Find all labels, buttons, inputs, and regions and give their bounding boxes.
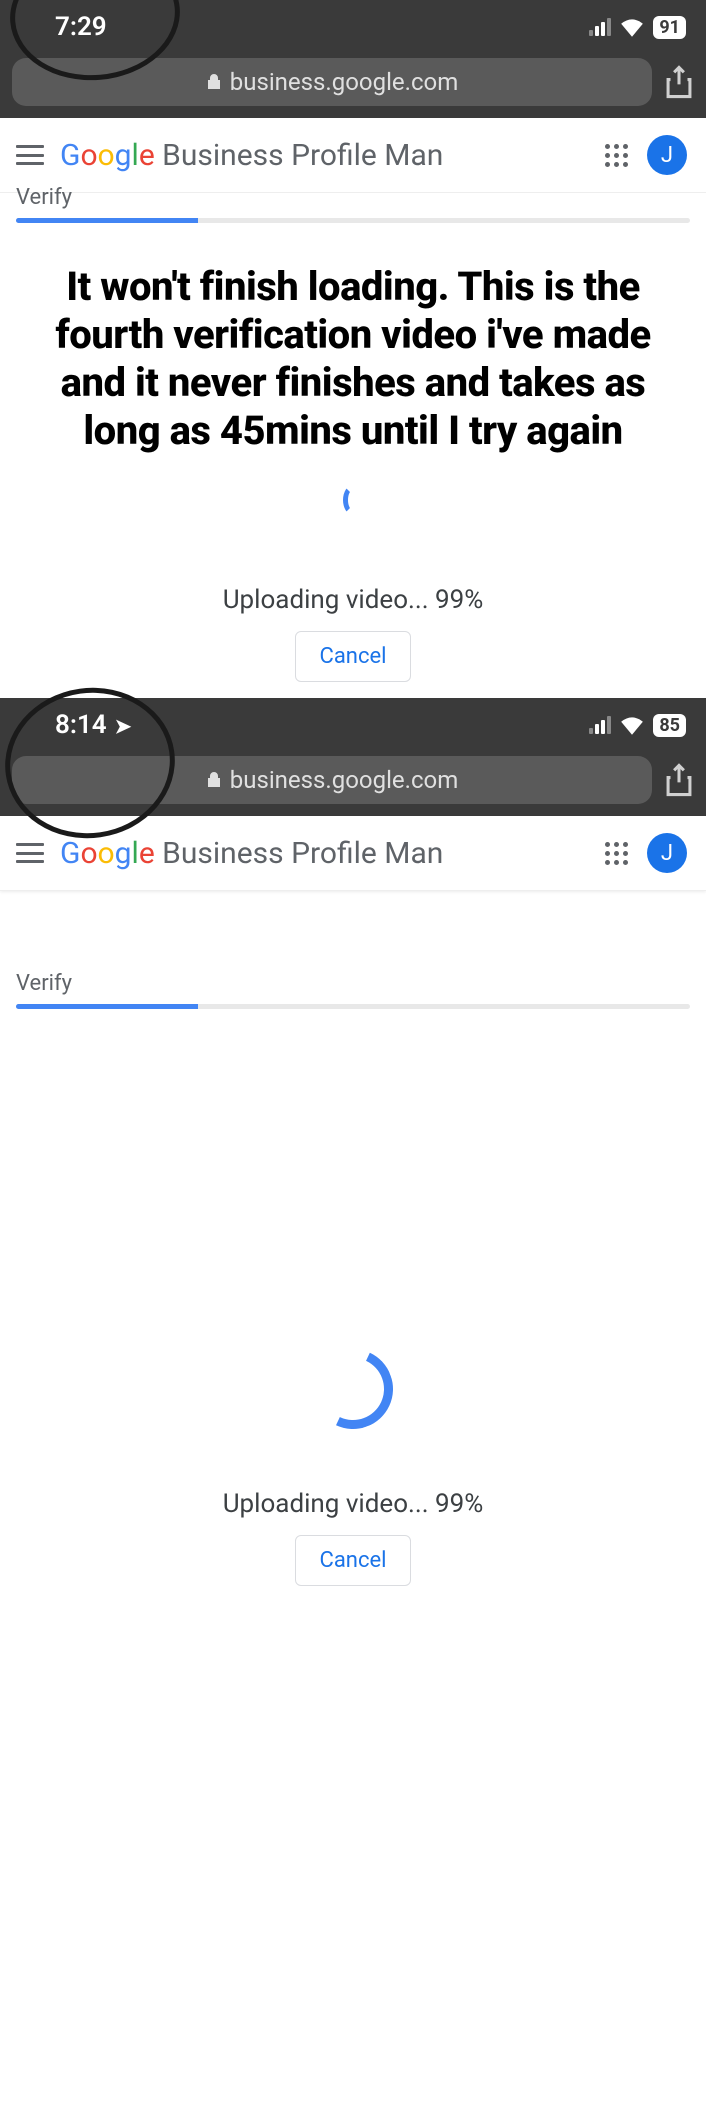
share-icon[interactable] xyxy=(664,763,694,797)
cancel-button[interactable]: Cancel xyxy=(295,1535,412,1586)
app-header: Google Business Profile Man J xyxy=(0,816,706,891)
loading-spinner xyxy=(0,465,706,535)
verify-tab[interactable]: Verify xyxy=(0,185,706,210)
cellular-signal-icon xyxy=(589,18,611,36)
location-arrow-icon: ➤ xyxy=(115,714,132,738)
user-complaint-annotation: It won't finish loading. This is the fou… xyxy=(0,223,706,465)
google-apps-icon[interactable] xyxy=(605,144,628,167)
app-title-rest: Business Profile Man xyxy=(155,138,444,173)
user-avatar[interactable]: J xyxy=(644,132,690,178)
status-bar: 7:29 91 xyxy=(0,0,706,50)
hamburger-menu-icon[interactable] xyxy=(16,843,44,863)
loading-spinner xyxy=(0,1009,706,1459)
status-time: 8:14➤ xyxy=(55,710,131,740)
status-right: 91 xyxy=(589,16,686,39)
avatar-initial: J xyxy=(661,841,673,866)
browser-toolbar: business.google.com xyxy=(0,748,706,816)
battery-level: 91 xyxy=(653,16,686,39)
wifi-icon xyxy=(619,715,645,735)
upload-status-text: Uploading video... 99% xyxy=(0,535,706,631)
lock-icon xyxy=(206,771,222,789)
status-bar: 8:14➤ 85 xyxy=(0,698,706,748)
hamburger-menu-icon[interactable] xyxy=(16,145,44,165)
battery-level: 85 xyxy=(653,714,686,737)
upload-status-text: Uploading video... 99% xyxy=(0,1459,706,1535)
cancel-button[interactable]: Cancel xyxy=(295,631,412,682)
avatar-initial: J xyxy=(661,143,673,168)
status-time: 7:29 xyxy=(55,12,107,42)
wifi-icon xyxy=(619,17,645,37)
google-apps-icon[interactable] xyxy=(605,842,628,865)
status-right: 85 xyxy=(589,714,686,737)
verify-tab[interactable]: Verify xyxy=(0,891,706,996)
share-icon[interactable] xyxy=(664,65,694,99)
user-avatar[interactable]: J xyxy=(644,830,690,876)
app-title: Google Business Profile Man xyxy=(60,138,589,173)
url-text: business.google.com xyxy=(230,68,459,96)
browser-toolbar: business.google.com xyxy=(0,50,706,118)
url-bar[interactable]: business.google.com xyxy=(12,756,652,804)
app-title: Google Business Profile Man xyxy=(60,836,589,871)
url-bar[interactable]: business.google.com xyxy=(12,58,652,106)
lock-icon xyxy=(206,73,222,91)
app-title-rest: Business Profile Man xyxy=(155,836,444,871)
url-text: business.google.com xyxy=(230,766,459,794)
app-header: Google Business Profile Man J xyxy=(0,118,706,193)
cellular-signal-icon xyxy=(589,716,611,734)
